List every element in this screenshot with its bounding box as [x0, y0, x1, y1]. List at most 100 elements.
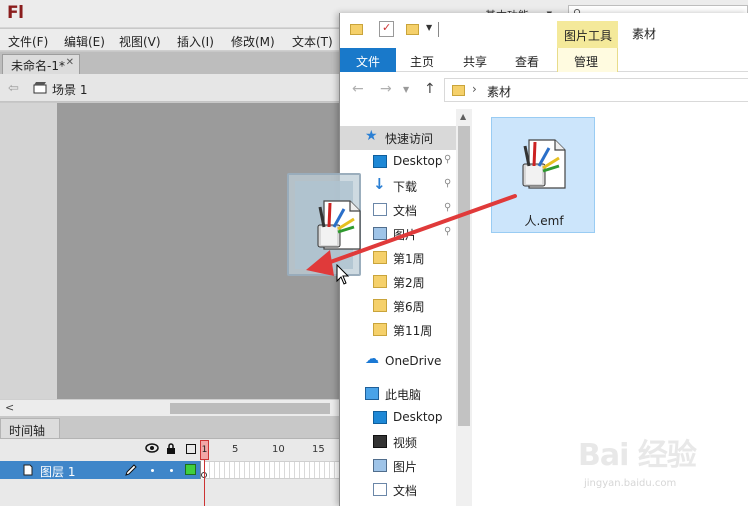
desktop-icon [373, 155, 387, 168]
nav-item-pc-pictures[interactable]: 图片 [340, 454, 456, 478]
visibility-dot[interactable] [151, 469, 154, 472]
nav-item-week6[interactable]: 第6周 [340, 294, 456, 318]
watermark: Bai 经验 jingyan.baidu.com [578, 430, 738, 500]
frame-number: 15 [312, 444, 325, 455]
playhead[interactable]: 1 [200, 440, 209, 460]
nav-item-label: Desktop [393, 410, 443, 424]
address-input[interactable]: › 素材 [444, 78, 748, 102]
scrollbar-thumb[interactable] [458, 126, 470, 426]
flash-logo: Fl [7, 3, 24, 23]
nav-item-label: 文档 [393, 204, 418, 218]
window-title: 素材 [632, 27, 657, 41]
folder-icon [452, 85, 465, 96]
chevron-down-icon[interactable]: ▼ [426, 23, 432, 32]
document-icon [373, 483, 387, 496]
horizontal-scrollbar[interactable]: < [0, 399, 340, 416]
context-tab-label: 图片工具 [564, 29, 613, 43]
playhead-frame: 1 [201, 445, 208, 455]
tab-home[interactable]: 主页 [410, 53, 434, 70]
nav-item-videos[interactable]: 视频 [340, 430, 456, 454]
eye-icon[interactable] [145, 442, 159, 454]
pin-icon[interactable]: ⚲ [444, 202, 451, 213]
up-arrow-icon[interactable]: ↑ [424, 81, 436, 97]
download-icon: ↓ [373, 175, 386, 193]
frame-number: 5 [232, 444, 239, 455]
properties-icon[interactable] [379, 21, 394, 37]
nav-item-label: 视频 [393, 436, 418, 450]
nav-item-week11[interactable]: 第11周 [340, 318, 456, 342]
tab-view[interactable]: 查看 [515, 53, 539, 70]
ribbon-tabs: 文件 主页 共享 查看 管理 [340, 48, 748, 72]
nav-item-label: 快速访问 [385, 132, 434, 146]
nav-item-label: 第2周 [393, 276, 425, 290]
nav-item-quick-access[interactable]: ★ 快速访问 [340, 126, 456, 150]
nav-item-label: 第11周 [393, 324, 433, 338]
cloud-icon: ☁ [365, 351, 379, 367]
explorer-titlebar: ▼ 图片工具 素材 [340, 13, 748, 48]
back-arrow-icon[interactable]: ⇦ [8, 81, 19, 96]
address-path: 素材 [487, 85, 512, 99]
folder-icon [373, 251, 387, 264]
nav-item-onedrive[interactable]: ☁ OneDrive [340, 350, 456, 374]
new-folder-icon[interactable] [406, 24, 419, 35]
layer-name: 图层 1 [40, 465, 76, 479]
playhead-line [204, 460, 205, 506]
menu-file[interactable]: 文件(F) [8, 33, 48, 50]
nav-item-label: 第1周 [393, 252, 425, 266]
frame-number: 10 [272, 444, 285, 455]
star-icon: ★ [365, 128, 378, 144]
picture-icon [373, 227, 387, 240]
picture-icon [373, 459, 387, 472]
lock-dot[interactable] [170, 469, 173, 472]
tab-manage[interactable]: 管理 [574, 53, 598, 70]
nav-item-desktop[interactable]: Desktop ⚲ [340, 150, 456, 174]
pin-icon[interactable]: ⚲ [444, 226, 451, 237]
nav-item-pc-documents[interactable]: 文档 [340, 478, 456, 502]
forward-arrow-icon[interactable]: → [380, 81, 392, 97]
scroll-up-icon[interactable]: ▲ [460, 112, 466, 121]
mouse-cursor-icon [336, 264, 350, 285]
navigation-pane: ★ 快速访问 Desktop ⚲ ↓ 下载 ⚲ 文档 ⚲ 图片 ⚲ 第1周 第2… [340, 109, 472, 506]
folder-icon [373, 323, 387, 336]
nav-item-label: OneDrive [385, 354, 442, 368]
nav-item-pc-desktop[interactable]: Desktop [340, 406, 456, 430]
scroll-left-icon[interactable]: < [5, 401, 14, 414]
scene-clapper-icon [33, 82, 47, 94]
scrollbar-thumb[interactable] [170, 403, 330, 414]
back-arrow-icon[interactable]: ← [352, 81, 364, 97]
file-item-selected[interactable]: 人.emf [491, 117, 595, 233]
outline-toggle-icon[interactable] [186, 444, 196, 454]
menu-edit[interactable]: 编辑(E) [64, 33, 105, 50]
tab-share[interactable]: 共享 [463, 53, 487, 70]
folder-icon [350, 24, 363, 35]
watermark-text: Bai 经验 [578, 438, 697, 473]
pencil-icon [125, 464, 137, 476]
nav-item-label: 文档 [393, 484, 418, 498]
nav-item-this-pc[interactable]: 此电脑 [340, 382, 456, 406]
emf-file-icon [522, 139, 566, 189]
desktop-icon [373, 411, 387, 424]
menu-modify[interactable]: 修改(M) [231, 33, 275, 50]
folder-icon [373, 299, 387, 312]
layer-color-swatch[interactable] [185, 464, 196, 475]
video-icon [373, 435, 387, 448]
document-tab[interactable]: 未命名-1* ✕ [2, 54, 80, 74]
lock-icon[interactable] [166, 443, 176, 454]
chevron-right-icon[interactable]: › [472, 82, 477, 96]
tab-file[interactable]: 文件 [340, 48, 396, 72]
nav-item-label: 图片 [393, 460, 418, 474]
address-bar: ← → ▼ ↑ › 素材 [340, 73, 748, 109]
close-icon[interactable]: ✕ [66, 57, 74, 68]
file-name: 人.emf [524, 214, 564, 228]
menu-insert[interactable]: 插入(I) [177, 33, 214, 50]
recent-dropdown-icon[interactable]: ▼ [403, 85, 409, 94]
timeline-frames[interactable] [205, 461, 340, 479]
document-tab-label: 未命名-1* [11, 59, 65, 73]
pin-icon[interactable]: ⚲ [444, 178, 451, 189]
nav-pane-scrollbar[interactable]: ▲ [456, 109, 472, 506]
pin-icon[interactable]: ⚲ [444, 154, 451, 165]
menu-text[interactable]: 文本(T) [292, 33, 333, 50]
menu-view[interactable]: 视图(V) [119, 33, 161, 50]
timeline-tab[interactable]: 时间轴 [0, 418, 60, 439]
layer-icon [23, 464, 33, 476]
